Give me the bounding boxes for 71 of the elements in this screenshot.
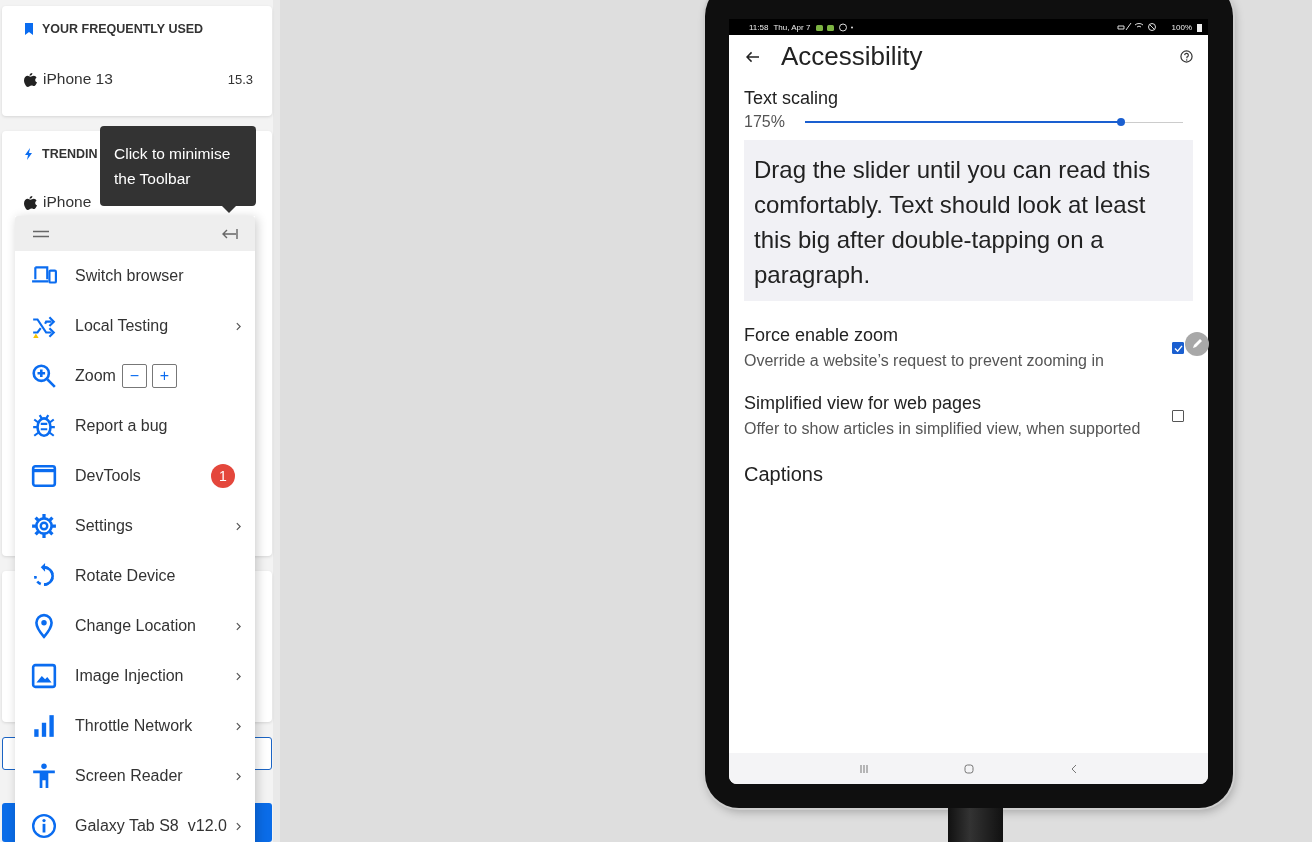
setting-title: Simplified view for web pages xyxy=(744,393,983,414)
item-label: Local Testing xyxy=(75,317,169,335)
toolbar-item[interactable]: Rotate Device xyxy=(15,551,255,601)
notification-badge: 1 xyxy=(210,464,235,488)
card-title: TRENDIN xyxy=(42,147,98,161)
signal-bars-icon xyxy=(31,713,57,739)
item-label: Change Location xyxy=(75,617,196,635)
bookmark-icon xyxy=(24,23,34,35)
tooltip: Click to minimise the Toolbar xyxy=(100,126,256,206)
toolbar-item[interactable]: Image Injection xyxy=(15,651,255,701)
item-label: Galaxy Tab S8 xyxy=(75,817,179,835)
toolbar-item[interactable]: DevTools 1 xyxy=(15,451,255,501)
card-title: YOUR FREQUENTLY USED xyxy=(42,22,204,36)
check-icon xyxy=(1173,344,1183,352)
person-icon xyxy=(31,763,57,789)
item-label: DevTools xyxy=(75,467,141,485)
item-label: Throttle Network xyxy=(75,717,193,735)
setting-description: Override a website’s request to prevent zooming in xyxy=(744,351,1105,371)
slider-reading: 175% xyxy=(744,113,786,131)
setting-title: Text scaling xyxy=(744,88,840,109)
back-arrow-icon[interactable] xyxy=(746,50,759,63)
status-time: 11:58 xyxy=(749,22,769,32)
zoom-button[interactable]: − xyxy=(121,364,147,388)
toolbar-item[interactable]: Local Testing xyxy=(15,301,255,351)
toolbar-item[interactable]: Settings xyxy=(15,501,255,551)
item-label: Switch browser xyxy=(75,267,184,285)
toolbar-item[interactable]: Report a bug xyxy=(15,401,255,451)
status-date: Thu, Apr 7 xyxy=(773,22,811,32)
battery-icon xyxy=(1197,22,1202,32)
zoom-in-icon xyxy=(31,363,57,389)
item-label: Settings xyxy=(75,517,133,535)
os-version: 15.3 xyxy=(227,71,253,87)
page-title: Accessibility xyxy=(781,41,923,72)
zoom-button[interactable]: + xyxy=(151,364,177,388)
collapse-icon[interactable] xyxy=(222,227,238,240)
device-name[interactable]: iPhone xyxy=(43,193,92,211)
item-label: Rotate Device xyxy=(75,567,176,585)
item-label: Screen Reader xyxy=(75,767,183,785)
toolbar-item[interactable]: Zoom − + xyxy=(15,351,255,401)
preview-text: Drag the slider until you can read this comfortably. Text should look at least this big after double-tapping on a paragraph. xyxy=(744,140,1193,301)
info-icon xyxy=(31,813,57,839)
device-name[interactable]: iPhone 13 xyxy=(43,70,113,88)
help-icon[interactable] xyxy=(1180,50,1193,63)
toolbar-item[interactable]: Switch browser xyxy=(15,251,255,301)
item-label: Image Injection xyxy=(75,667,184,685)
apple-icon xyxy=(24,71,37,87)
apple-icon xyxy=(24,194,37,210)
toolbar-item[interactable]: Galaxy Tab S8 v12.0 xyxy=(15,801,255,842)
os-version: v12.0 xyxy=(187,817,227,835)
window-icon xyxy=(31,463,57,489)
image-icon xyxy=(31,663,57,689)
battery-level: 100% xyxy=(1171,22,1192,32)
checkbox[interactable] xyxy=(1172,410,1184,422)
toolbar-item[interactable]: Screen Reader xyxy=(15,751,255,801)
setting-title: Force enable zoom xyxy=(744,325,900,346)
setting-description: Offer to show articles in simplified view, when supported xyxy=(744,419,1142,439)
settings-icon xyxy=(31,513,57,539)
pencil-button-icon[interactable] xyxy=(1185,332,1209,356)
bug-icon xyxy=(31,413,57,439)
toolbar-item[interactable]: Throttle Network xyxy=(15,701,255,751)
item-label: Zoom xyxy=(75,367,116,385)
cable xyxy=(948,808,1003,842)
item-label: Report a bug xyxy=(75,417,168,435)
drag-handle-icon[interactable] xyxy=(33,229,49,238)
checkbox[interactable] xyxy=(1172,342,1184,354)
home-icon[interactable] xyxy=(963,763,974,774)
section-title: Captions xyxy=(744,463,824,486)
rotate-icon xyxy=(31,563,57,589)
notification-icons xyxy=(815,22,856,32)
lightning-icon xyxy=(24,148,34,160)
toolbar-item[interactable]: Change Location xyxy=(15,601,255,651)
